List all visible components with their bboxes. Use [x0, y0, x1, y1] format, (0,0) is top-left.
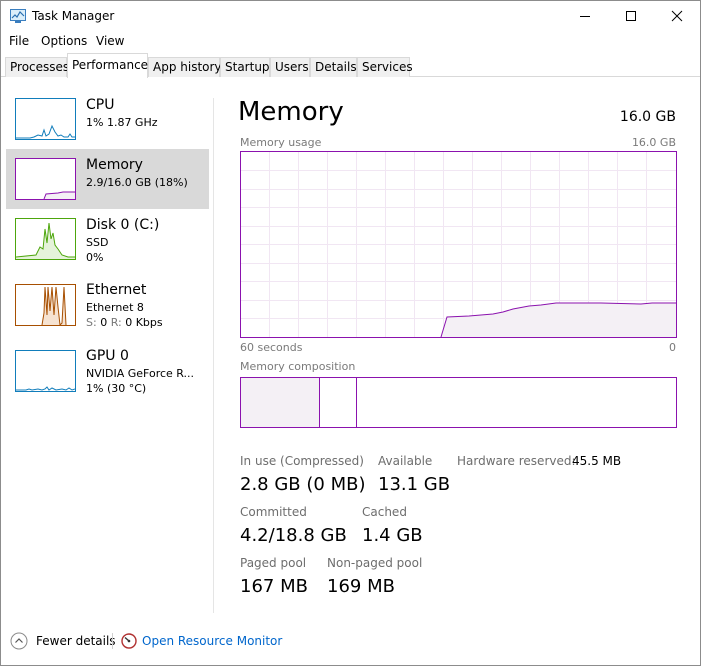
memory-mini-chart [43, 191, 75, 199]
footer-separator [112, 633, 113, 649]
menu-view[interactable]: View [96, 34, 124, 48]
fewer-details-toggle[interactable] [10, 632, 28, 650]
available-value: 13.1 GB [378, 474, 451, 495]
resource-item-gpu[interactable]: GPU 0 NVIDIA GeForce R... 1% (30 °C) [6, 341, 209, 401]
resource-monitor-icon [121, 633, 137, 649]
cpu-thumbnail-graph [15, 98, 76, 140]
disk-usage-text: 0% [86, 251, 104, 264]
hardware-reserved-value: 45.5 MB [572, 454, 622, 468]
non-paged-pool-value: 169 MB [327, 576, 395, 597]
cpu-usage-text: 1% 1.87 GHz [86, 116, 158, 129]
hardware-reserved-label: Hardware reserved: [457, 454, 576, 468]
resource-item-memory[interactable]: Memory 2.9/16.0 GB (18%) [6, 149, 209, 209]
tab-startup[interactable]: Startup [220, 57, 270, 77]
memory-usage-chart [241, 152, 676, 338]
tab-processes[interactable]: Processes [5, 57, 69, 77]
in-use-value: 2.8 GB (0 MB) [240, 474, 366, 495]
gpu-usage-text: 1% (30 °C) [86, 382, 147, 395]
committed-value: 4.2/18.8 GB [240, 525, 347, 546]
menu-file[interactable]: File [9, 34, 29, 48]
minimize-button[interactable] [562, 1, 608, 31]
resource-item-ethernet[interactable]: Ethernet Ethernet 8 S: 0 R: 0 Kbps [6, 275, 209, 335]
resource-list: CPU 1% 1.87 GHz Memory 2.9/16.0 GB (18%) [1, 78, 213, 613]
time-axis-end: 0 [669, 341, 676, 354]
available-label: Available [378, 454, 433, 468]
disk-mini-chart [16, 222, 75, 259]
task-manager-window: Task Manager File Options View Processes… [0, 0, 701, 666]
gpu-thumbnail-graph [15, 350, 76, 392]
page-title: Memory [238, 97, 344, 127]
memory-composition-bar [240, 377, 677, 428]
maximize-button[interactable] [608, 1, 654, 31]
close-icon [671, 10, 683, 22]
ethernet-receive-label: R: [110, 316, 122, 329]
ethernet-thumbnail-graph [15, 284, 76, 326]
ethernet-send-value: 0 [100, 316, 108, 329]
memory-composition-label: Memory composition [240, 360, 356, 373]
memory-usage-text: 2.9/16.0 GB (18%) [86, 176, 188, 189]
tab-bar: Processes Performance App history Startu… [1, 53, 700, 78]
memory-composition-chart [241, 378, 357, 427]
ethernet-throughput: S: 0 R: 0 Kbps [86, 316, 163, 329]
close-button[interactable] [654, 1, 700, 31]
cached-value: 1.4 GB [362, 525, 423, 546]
tab-users[interactable]: Users [270, 57, 310, 77]
gpu-mini-chart [16, 386, 75, 391]
in-use-label: In use (Compressed) [240, 454, 364, 468]
disk-thumbnail-graph [15, 218, 76, 260]
time-axis-start: 60 seconds [240, 341, 303, 354]
resource-item-disk[interactable]: Disk 0 (C:) SSD 0% [6, 209, 209, 269]
gpu-label: GPU 0 [86, 348, 129, 364]
usage-area [441, 303, 676, 337]
ethernet-mini-chart [16, 286, 75, 325]
tab-performance[interactable]: Performance [67, 53, 148, 78]
cached-label: Cached [362, 505, 407, 519]
pane-divider [213, 98, 214, 613]
tab-details[interactable]: Details [310, 57, 357, 77]
resource-item-cpu[interactable]: CPU 1% 1.87 GHz [6, 89, 209, 149]
tab-services[interactable]: Services [357, 57, 413, 77]
task-manager-app-icon [10, 9, 26, 23]
disk-type-text: SSD [86, 236, 109, 249]
minimize-icon [580, 16, 590, 17]
memory-usage-label: Memory usage [240, 136, 322, 149]
open-resource-monitor-link[interactable]: Open Resource Monitor [142, 634, 282, 648]
composition-in-use [241, 378, 319, 427]
memory-usage-graph [240, 151, 677, 338]
paged-pool-value: 167 MB [240, 576, 308, 597]
cpu-label: CPU [86, 97, 115, 113]
memory-label: Memory [86, 157, 143, 173]
menu-options[interactable]: Options [41, 34, 87, 48]
ethernet-label: Ethernet [86, 282, 147, 298]
footer-bar: Fewer details Open Resource Monitor [1, 625, 700, 659]
gpu-model-text: NVIDIA GeForce R... [86, 367, 195, 380]
ethernet-send-label: S: [86, 316, 97, 329]
ethernet-receive-value: 0 Kbps [125, 316, 163, 329]
memory-thumbnail-graph [15, 158, 76, 200]
total-memory: 16.0 GB [619, 109, 676, 125]
cpu-mini-chart [16, 124, 75, 139]
maximize-icon [626, 11, 636, 21]
memory-usage-max: 16.0 GB [631, 136, 676, 149]
committed-label: Committed [240, 505, 307, 519]
non-paged-pool-label: Non-paged pool [327, 556, 423, 570]
chevron-up-circle-icon [10, 632, 28, 650]
disk-label: Disk 0 (C:) [86, 217, 160, 233]
window-title: Task Manager [32, 9, 115, 23]
title-bar: Task Manager [1, 1, 700, 31]
menu-bar: File Options View [1, 32, 700, 52]
paged-pool-label: Paged pool [240, 556, 307, 570]
ethernet-adapter-text: Ethernet 8 [86, 301, 144, 314]
fewer-details-link[interactable]: Fewer details [36, 634, 116, 648]
tab-app-history[interactable]: App history [148, 57, 222, 77]
